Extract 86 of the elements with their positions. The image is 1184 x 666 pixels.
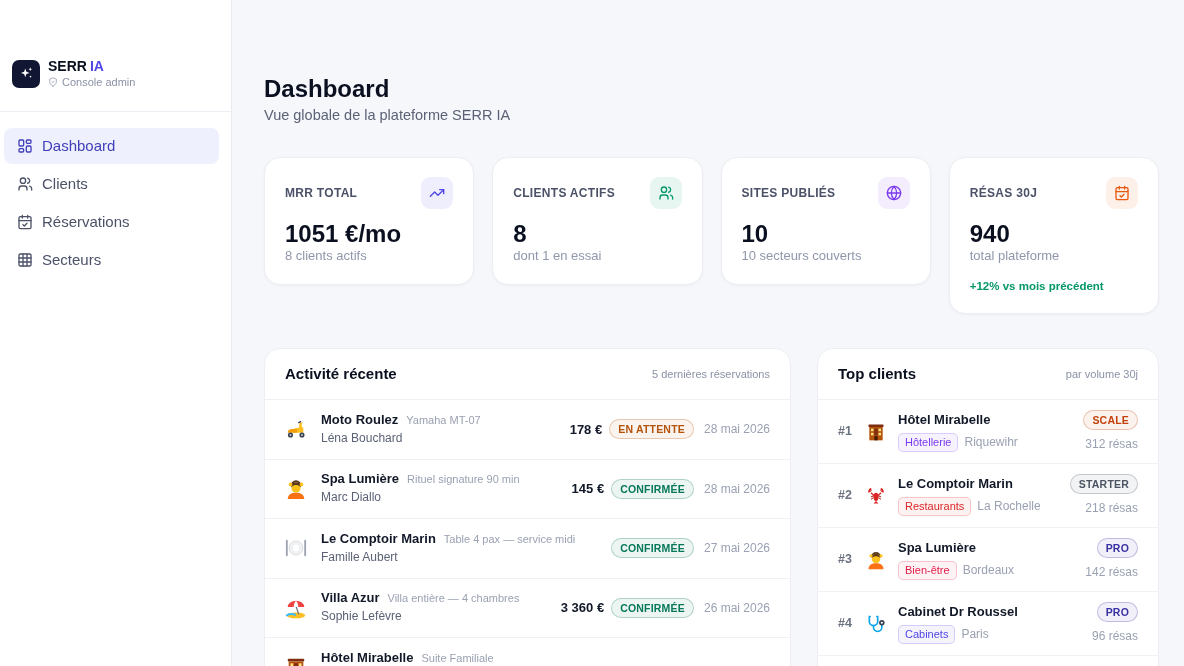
customer-name: Marc Diallo [321,490,381,506]
shield-icon [48,77,58,87]
booking-volume: 142 résas [1085,564,1138,581]
business-name: Moto Roulez [321,412,399,427]
client-city: Paris [961,626,989,643]
booking-date: 26 mai 2026 [703,599,770,617]
customer-name: Famille Aubert [321,549,398,565]
booking-detail: Table 4 pax — service midi [443,531,576,546]
business-name: Spa Lumière [321,472,400,487]
plan-badge: PRO [1096,538,1138,558]
stat-label: SITES PUBLIÉS [741,184,836,202]
sparkle-logo-icon [12,59,40,88]
booking-volume: 96 résas [1091,628,1138,645]
stat-label: CLIENTS ACTIFS [513,185,615,202]
stat-note: total plateforme [969,248,1060,264]
nav-item[interactable]: Clients [4,166,219,202]
rank-number: #4 [838,615,853,633]
booking-volume: 312 résas [1085,436,1138,453]
customer-name: Sophie Lefèvre [321,609,402,625]
panel-caption: par volume 30j [1065,366,1138,382]
users-icon [17,176,33,192]
stat-value: 1051 €/mo [285,220,402,248]
grid-icon [17,252,33,268]
business-name: Le Comptoir Marin [321,531,436,546]
nav-item[interactable]: Dashboard [4,128,219,164]
status-badge: CONFIRMÉE [611,478,694,499]
stat-label: RÉSAS 30J [969,184,1038,202]
booking-date: 28 mai 2026 [703,480,770,498]
client-name: Spa Lumière [898,539,977,556]
nav-item[interactable]: Réservations [4,204,219,240]
nav-item[interactable]: Secteurs [4,242,219,278]
stat-value: 8 [513,220,527,248]
customer-name: Léna Bouchard [321,430,403,446]
status-badge: EN ATTENTE [609,419,694,440]
stat-note: 8 clients actifs [285,248,367,264]
client-city: Bordeaux [962,562,1014,579]
stat-value: 10 [741,220,769,248]
business-name: Hôtel Mirabelle [321,650,414,665]
business-name: Villa Azur [321,591,380,606]
plan-badge: STARTER [1069,474,1138,494]
client-city: Riquewihr [964,434,1018,451]
calendar-check-icon [17,214,33,230]
page-title: Dashboard [264,74,390,103]
booking-amount: 145 € [571,480,605,498]
sector-tag: Cabinets [898,624,956,644]
sector-tag: Bien-être [898,560,957,580]
stat-value: 940 [969,220,1010,248]
dashboard-icon [17,138,33,154]
booking-amount: 3 360 € [560,599,605,617]
stethoscope-icon [866,613,886,634]
booking-detail: Yamaha MT-07 [406,412,481,427]
person-icon [866,549,886,570]
person-icon [285,477,307,500]
trend-note: +12% vs mois précédent [969,279,1104,293]
booking-amount: 178 € [569,420,603,439]
rank-number: #2 [838,487,853,505]
booking-detail: Villa entière — 4 chambres [387,591,520,606]
rank-number: #1 [838,423,853,441]
panel-title: Activité récente [285,365,397,383]
sector-tag: Hôtellerie [898,432,959,452]
client-name: Cabinet Dr Roussel [898,603,1018,620]
booking-detail: Rituel signature 90 min [407,472,520,487]
booking-detail: Suite Familiale [421,650,494,665]
booking-volume: 218 résas [1085,500,1138,517]
page-subtitle: Vue globale de la plateforme SERR IA [264,106,511,124]
sector-tag: Restaurants [898,496,972,516]
panel-caption: 5 dernières réservations [652,366,770,382]
status-badge: CONFIRMÉE [611,538,694,559]
status-badge: CONFIRMÉE [611,597,694,618]
client-name: Hôtel Mirabelle [898,411,991,428]
plan-badge: PRO [1096,602,1138,622]
stat-note: dont 1 en essai [513,248,602,264]
booking-date: 28 mai 2026 [703,421,770,439]
stat-label: MRR TOTAL [285,185,358,202]
client-city: La Rochelle [977,498,1041,515]
plan-badge: SCALE [1083,410,1138,430]
scooter-icon [285,418,307,441]
booking-date: 27 mai 2026 [703,540,770,558]
brand-subtitle: Console admin [62,75,136,89]
lobster-icon [866,485,886,506]
stat-note: 10 secteurs couverts [741,248,862,264]
brand-name: SERR [48,58,87,74]
panel-title: Top clients [838,365,917,383]
rank-number: #3 [838,551,853,569]
brand-accent: IA [89,58,104,74]
client-name: Le Comptoir Marin [898,475,1013,492]
